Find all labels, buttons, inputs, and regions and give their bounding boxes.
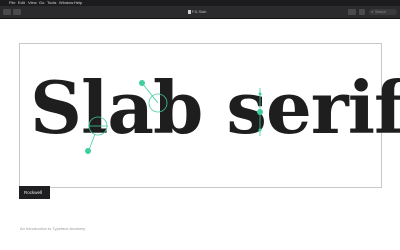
anatomy-annotations — [85, 80, 263, 154]
annotation-point[interactable] — [139, 80, 145, 86]
typeface-caption: Rockwell — [19, 186, 50, 199]
annotation-handle[interactable] — [258, 92, 262, 96]
footer-note: An Introduction to Typeface Anatomy — [20, 226, 86, 231]
callout-line — [88, 133, 96, 151]
annotation-point[interactable] — [85, 148, 91, 154]
callout-line — [141, 82, 159, 104]
annotation-handle[interactable] — [258, 128, 262, 132]
caption-label: Rockwell — [24, 190, 43, 195]
annotation-point[interactable] — [257, 109, 263, 115]
